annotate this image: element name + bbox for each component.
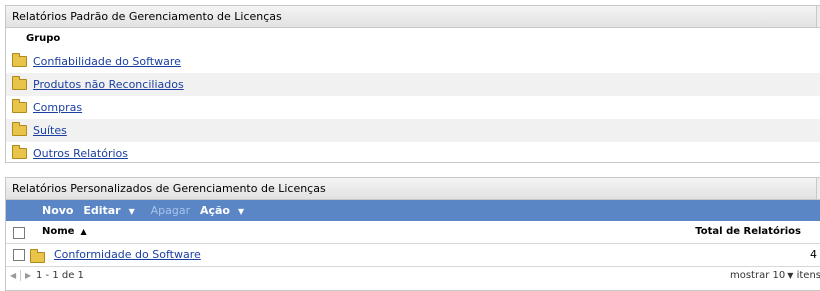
edit-label: Editar [83,204,121,217]
group-link-unreconciled-products[interactable]: Produtos não Reconciliados [33,78,184,91]
custom-reports-header: Relatórios Personalizados de Gerenciamen… [6,178,820,200]
group-row: Confiabilidade do Software [6,50,820,73]
name-column-label: Nome [42,226,75,237]
sort-ascending-icon: ▲ [80,227,87,236]
edit-menu-button[interactable]: Editar ▼ [83,204,140,217]
standard-reports-title: Relatórios Padrão de Gerenciamento de Li… [12,10,282,23]
pagination-range: 1 - 1 de 1 [36,270,84,281]
custom-reports-title: Relatórios Personalizados de Gerenciamen… [12,182,326,195]
page-size-value: 10 [772,270,786,281]
pager-divider [20,270,21,281]
standard-reports-panel: Relatórios Padrão de Gerenciamento de Li… [5,5,820,163]
group-row: Compras [6,96,820,119]
folder-icon [12,75,27,90]
group-link-other-reports[interactable]: Outros Relatórios [33,147,128,160]
group-link-suites[interactable]: Suítes [33,124,67,137]
show-label: mostrar [729,270,770,281]
folder-icon [12,121,27,136]
folder-icon [12,98,27,113]
pagination-bar: ◀ ▶ 1 - 1 de 1 mostrar 10 ▼ itens [6,266,820,284]
total-reports-column-header[interactable]: Total de Relatórios [695,221,801,243]
panel-collapse-edge[interactable] [816,6,820,27]
name-column-header[interactable]: Nome ▲ [42,221,87,243]
panel-collapse-edge[interactable] [816,178,820,199]
delete-button[interactable]: Apagar [151,204,191,217]
table-row: Conformidade do Software 4 [6,244,820,266]
group-row: Produtos não Reconciliados [6,73,820,96]
standard-reports-header: Relatórios Padrão de Gerenciamento de Li… [6,6,820,28]
action-menu-button[interactable]: Ação ▼ [200,204,250,217]
custom-reports-panel: Relatórios Personalizados de Gerenciamen… [5,177,820,291]
chevron-down-icon: ▼ [787,271,794,280]
select-all-checkbox[interactable] [13,227,25,239]
chevron-down-icon: ▼ [237,207,245,216]
group-row: Suítes [6,119,820,142]
group-link-software-reliability[interactable]: Confiabilidade do Software [33,55,181,68]
page-size-control: mostrar 10 ▼ itens [730,267,820,284]
previous-page-icon[interactable]: ◀ [10,267,16,284]
folder-icon [12,144,27,159]
folder-icon [12,52,27,67]
group-column-header: Grupo [6,28,820,50]
custom-report-link[interactable]: Conformidade do Software [54,244,201,266]
items-label: itens [796,270,820,281]
next-page-icon[interactable]: ▶ [25,267,31,284]
custom-reports-toolbar: Novo Editar ▼ Apagar Ação ▼ [6,200,820,221]
custom-reports-table-header: Nome ▲ Total de Relatórios [6,221,820,244]
row-checkbox[interactable] [13,249,25,261]
action-label: Ação [199,204,230,217]
page-size-select[interactable]: 10 ▼ [773,270,794,281]
new-button[interactable]: Novo [42,204,74,217]
group-link-purchases[interactable]: Compras [33,101,82,114]
folder-icon [30,249,45,263]
group-row: Outros Relatórios [6,142,820,165]
chevron-down-icon: ▼ [128,207,135,216]
total-reports-count: 4 [810,248,817,261]
